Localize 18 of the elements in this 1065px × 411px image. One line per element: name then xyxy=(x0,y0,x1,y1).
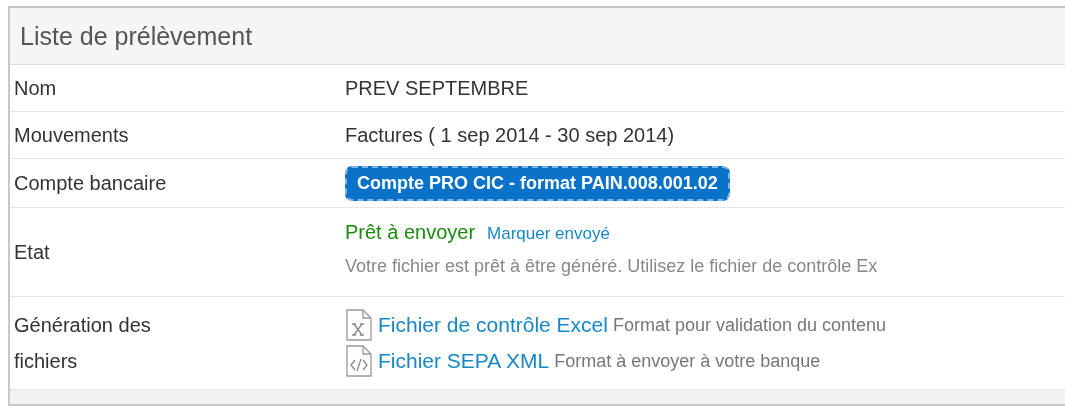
file-description: Format à envoyer à votre banque xyxy=(554,350,821,372)
field-label: Nom xyxy=(13,76,58,101)
field-label: Génération des fichiers xyxy=(13,313,152,374)
status-text: Prêt à envoyer xyxy=(345,220,476,244)
bank-account-badge: Compte PRO CIC - format PAIN.008.001.02 xyxy=(345,165,730,201)
file-download-link[interactable]: Fichier de contrôle Excel xyxy=(378,313,608,337)
field-label: Compte bancaire xyxy=(13,171,168,196)
status-note: Votre fichier est prêt à être généré. Utilisez le fichier de contrôle Ex xyxy=(345,254,879,278)
file-download-link[interactable]: Fichier SEPA XML xyxy=(378,349,550,373)
file-description: Format pour validation du contenu xyxy=(612,314,887,336)
field-label: Mouvements xyxy=(13,123,130,148)
mark-sent-link[interactable]: Marquer envoyé xyxy=(487,223,610,244)
field-label: Etat xyxy=(13,240,51,265)
field-value: Factures ( 1 sep 2014 - 30 sep 2014) xyxy=(345,123,676,147)
spreadsheet-file-icon xyxy=(345,309,373,341)
field-value: PREV SEPTEMBRE xyxy=(345,76,530,100)
code-file-icon xyxy=(345,345,373,377)
panel-title: Liste de prélèvement xyxy=(20,21,253,51)
